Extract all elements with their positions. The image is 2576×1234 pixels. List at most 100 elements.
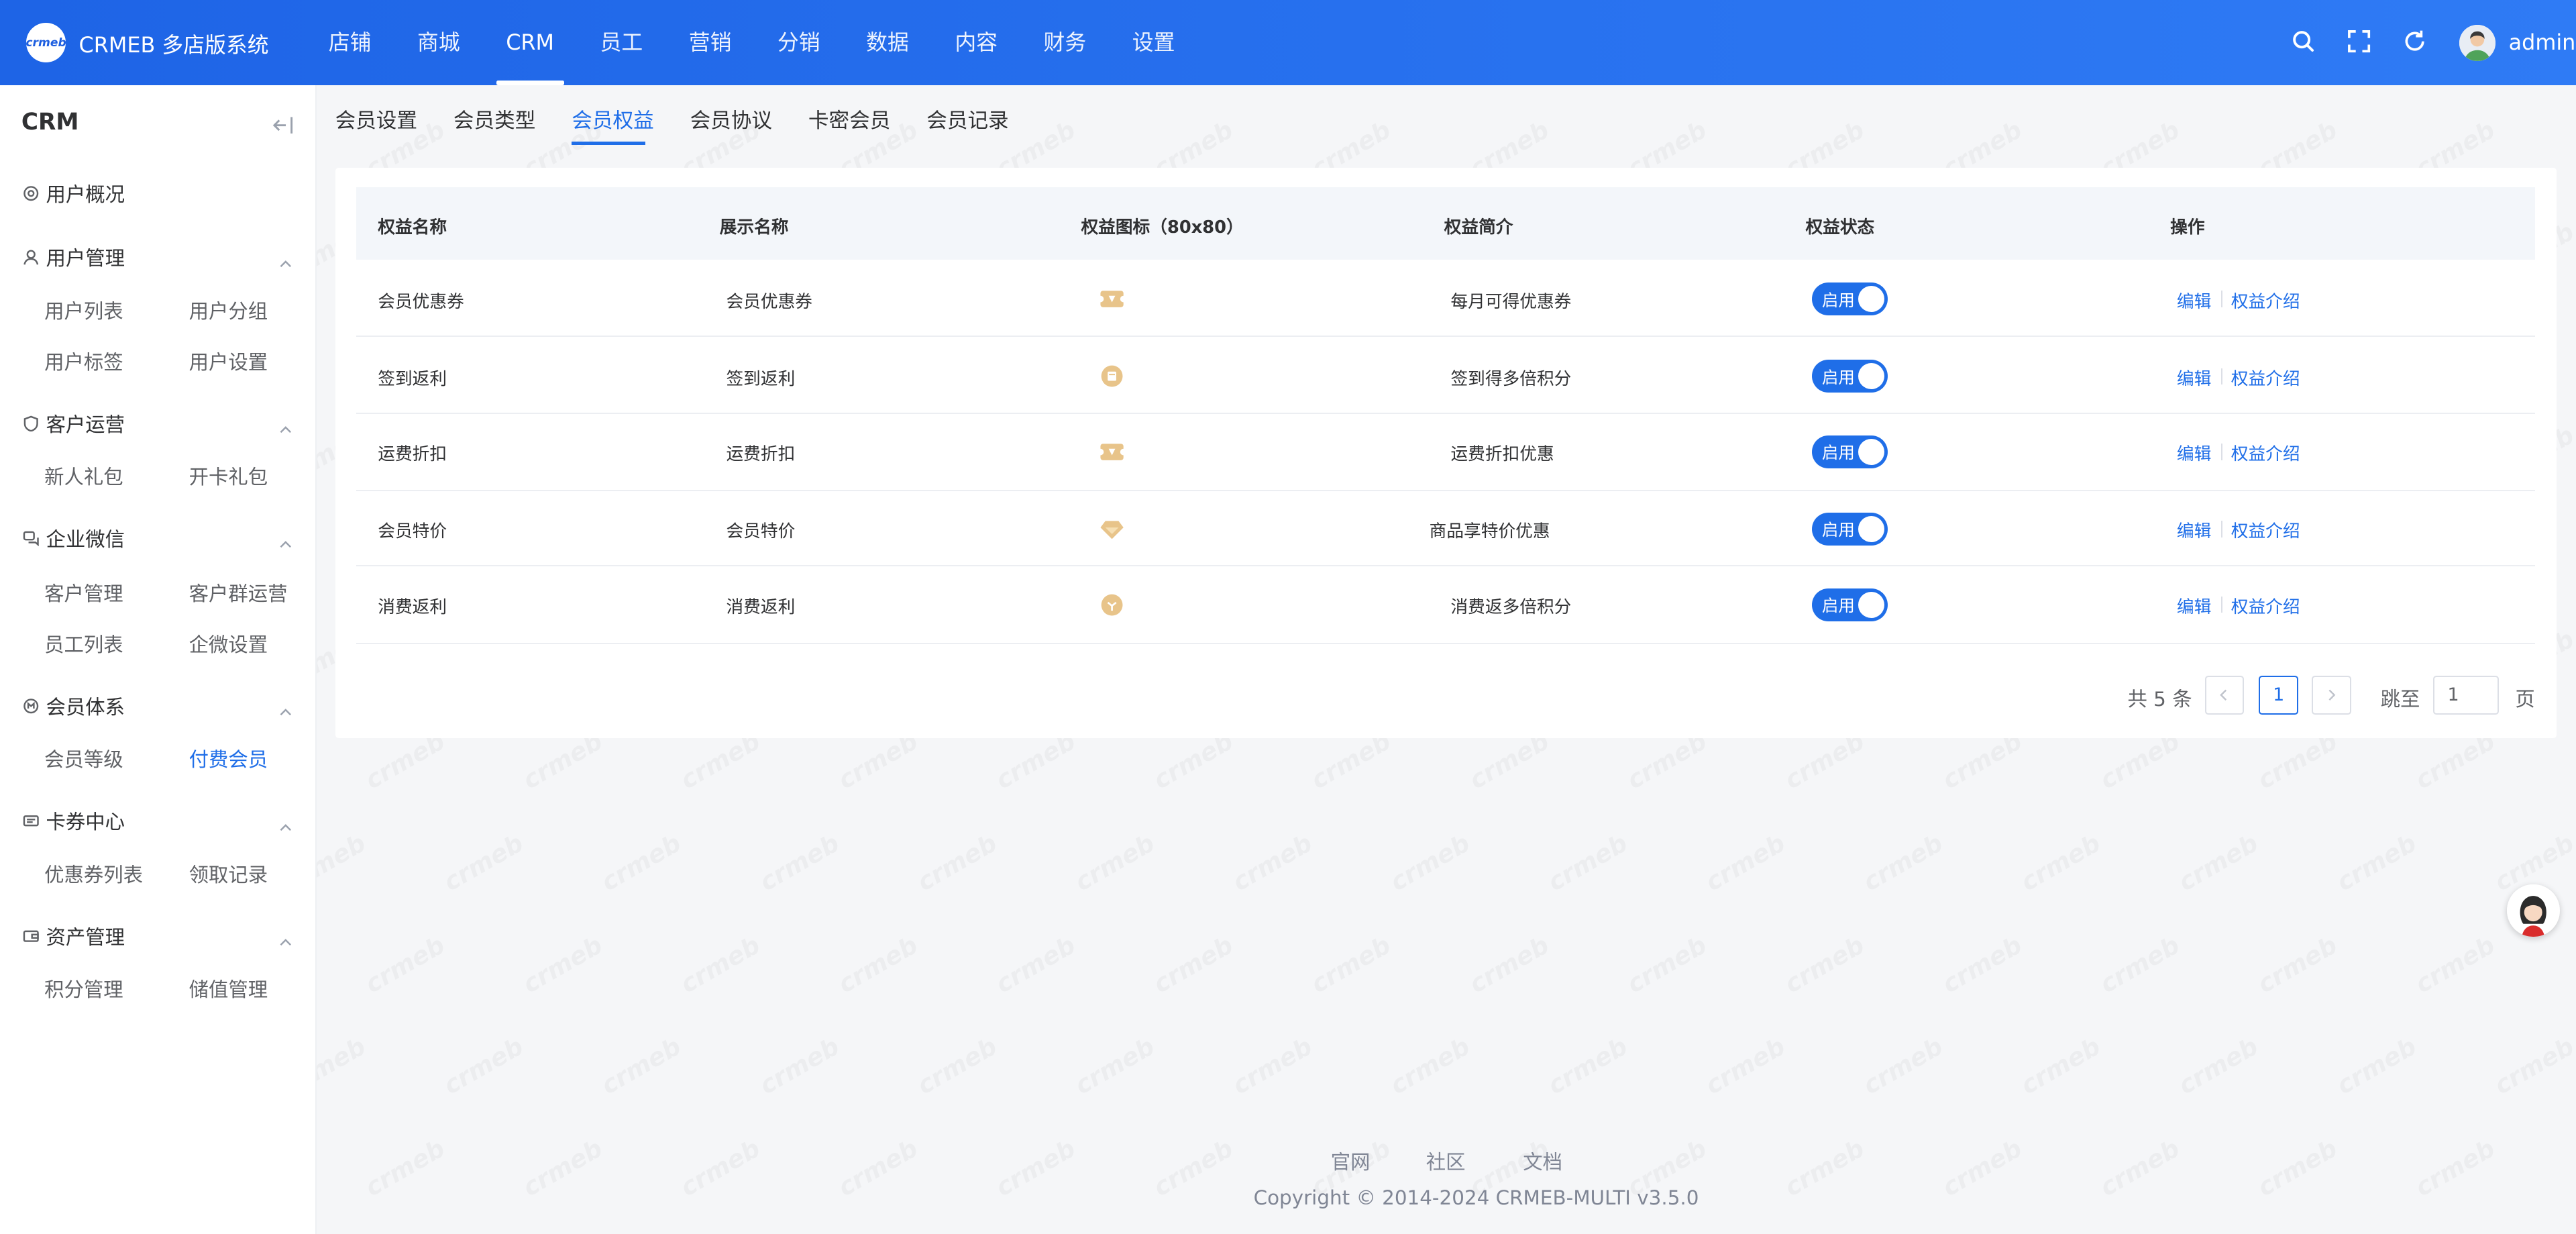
edit-link[interactable]: 编辑 (2177, 365, 2211, 390)
status-toggle-label: 启用 (1821, 290, 1855, 310)
divider (2221, 596, 2223, 613)
sidebar-item-wecom-settings[interactable]: 企微设置 (189, 629, 268, 658)
sidebar-item-staff-list[interactable]: 员工列表 (44, 629, 123, 658)
footer-link-community[interactable]: 社区 (1426, 1147, 1466, 1175)
sidebar-item-claim-records[interactable]: 领取记录 (189, 860, 268, 888)
edit-link[interactable]: 编辑 (2177, 288, 2211, 313)
sidebar-item-user-list[interactable]: 用户列表 (44, 296, 123, 324)
chevron-up-icon (279, 929, 292, 946)
sidebar-item-stored-value-management[interactable]: 储值管理 (189, 974, 268, 1002)
footer-link-docs[interactable]: 文档 (1523, 1147, 1562, 1175)
chevron-up-icon (279, 416, 292, 433)
fullscreen-icon[interactable] (2346, 28, 2372, 54)
status-toggle[interactable]: 启用 (1812, 513, 1888, 546)
page-suffix: 页 (2515, 687, 2535, 711)
sidebar-group-user-management[interactable]: 用户管理 (23, 243, 296, 271)
search-icon[interactable] (2290, 28, 2316, 54)
benefit-intro-link[interactable]: 权益介绍 (2231, 288, 2300, 313)
watermark-text: crmeb (1701, 1032, 1790, 1100)
benefit-intro-link[interactable]: 权益介绍 (2231, 365, 2300, 390)
edit-link[interactable]: 编辑 (2177, 593, 2211, 618)
watermark-text: crmeb (754, 828, 844, 896)
topnav-item-marketing[interactable]: 营销 (669, 0, 751, 85)
status-toggle[interactable]: 启用 (1812, 588, 1888, 621)
sidebar-group-user-overview[interactable]: 用户概况 (23, 179, 296, 207)
watermark-text: crmeb (991, 930, 1081, 998)
collapse-icon[interactable] (271, 112, 294, 134)
topnav-item-distribution[interactable]: 分销 (758, 0, 840, 85)
tab-card-key-members[interactable]: 卡密会员 (808, 103, 890, 134)
benefit-intro-link[interactable]: 权益介绍 (2231, 517, 2300, 542)
cell-benefit-name: 运费折扣 (378, 444, 447, 465)
cell-display-name: 签到返利 (726, 368, 796, 389)
topnav-item-settings[interactable]: 设置 (1112, 0, 1194, 85)
status-toggle[interactable]: 启用 (1812, 360, 1888, 393)
sidebar-item-points-management[interactable]: 积分管理 (44, 974, 123, 1002)
sidebar-group-assets[interactable]: 资产管理 (23, 922, 296, 950)
status-toggle[interactable]: 启用 (1812, 435, 1888, 468)
sidebar-group-wecom[interactable]: 企业微信 (23, 524, 296, 552)
watermark-text: crmeb (833, 1134, 923, 1202)
checkin-coin-icon (1099, 363, 1125, 389)
tab-member-agreement[interactable]: 会员协议 (690, 103, 772, 134)
watermark-text: crmeb (518, 1134, 608, 1202)
sidebar-title: CRM (21, 108, 79, 136)
page-number-button[interactable]: 1 (2259, 675, 2299, 715)
sidebar-group-customer-ops[interactable]: 客户运营 (23, 409, 296, 438)
benefit-intro-link[interactable]: 权益介绍 (2231, 440, 2300, 465)
toggle-knob (1858, 591, 1884, 618)
sidebar-item-customer-group-ops[interactable]: 客户群运营 (189, 578, 288, 607)
top-header: crmeb CRMEB 多店版系统 店铺 商城 CRM 员工 营销 分销 数据 … (0, 0, 2576, 86)
topnav-item-staff[interactable]: 员工 (580, 0, 662, 85)
watermark-text: crmeb (676, 1134, 765, 1202)
tab-member-settings[interactable]: 会员设置 (335, 103, 417, 134)
logo[interactable]: crmeb (25, 23, 66, 63)
watermark-text: crmeb (1622, 930, 1712, 998)
logo-text: crmeb (25, 36, 66, 50)
avatar[interactable] (2459, 24, 2496, 61)
sidebar-group-membership[interactable]: 会员体系 (23, 692, 296, 720)
column-header-benefit-status: 权益状态 (1805, 217, 1875, 238)
status-toggle[interactable]: 启用 (1812, 282, 1888, 316)
customer-service-avatar[interactable] (2507, 884, 2560, 937)
watermark-text: crmeb (1543, 828, 1633, 896)
benefit-intro-link[interactable]: 权益介绍 (2231, 593, 2300, 618)
edit-link[interactable]: 编辑 (2177, 440, 2211, 465)
sidebar-item-newbie-gift[interactable]: 新人礼包 (44, 462, 123, 490)
sidebar-item-paid-member[interactable]: 付费会员 (189, 744, 268, 772)
tab-member-records[interactable]: 会员记录 (926, 103, 1008, 134)
cell-benefit-name: 签到返利 (378, 368, 447, 389)
edit-link[interactable]: 编辑 (2177, 517, 2211, 542)
chevron-up-icon (279, 250, 292, 267)
tab-member-types[interactable]: 会员类型 (453, 103, 535, 134)
jump-page-input[interactable]: 1 (2432, 675, 2499, 715)
sidebar-item-card-gift[interactable]: 开卡礼包 (189, 462, 268, 490)
watermark-text: crmeb (1937, 930, 2027, 998)
tab-member-benefits[interactable]: 会员权益 (572, 103, 653, 134)
sidebar-item-user-settings[interactable]: 用户设置 (189, 347, 268, 375)
watermark-text: crmeb (1070, 1032, 1160, 1100)
topnav-item-finance[interactable]: 财务 (1024, 0, 1106, 85)
cell-benefit-intro: 每月可得优惠券 (1450, 291, 1572, 312)
sidebar-item-user-group[interactable]: 用户分组 (189, 296, 268, 324)
footer-link-official-site[interactable]: 官网 (1331, 1147, 1371, 1175)
member-icon (23, 698, 39, 714)
topnav-item-shop[interactable]: 店铺 (309, 0, 390, 85)
sidebar-group-coupon-center[interactable]: 卡券中心 (23, 807, 296, 835)
topnav-item-crm[interactable]: CRM (486, 0, 574, 86)
sidebar-item-member-level[interactable]: 会员等级 (44, 744, 123, 772)
cell-benefit-intro: 签到得多倍积分 (1450, 368, 1572, 389)
topnav-item-data[interactable]: 数据 (847, 0, 928, 85)
next-page-button[interactable] (2311, 675, 2351, 715)
shipping-coupon-icon (1097, 439, 1127, 465)
sidebar-item-user-tag[interactable]: 用户标签 (44, 347, 123, 375)
prev-page-button[interactable] (2204, 675, 2245, 715)
username[interactable]: admin (2509, 30, 2576, 55)
watermark-text: crmeb (1858, 1032, 1948, 1100)
topnav-item-content[interactable]: 内容 (935, 0, 1017, 85)
topnav-item-mall[interactable]: 商城 (398, 0, 480, 85)
cell-display-name: 会员特价 (726, 521, 796, 542)
refresh-icon[interactable] (2402, 28, 2428, 54)
sidebar-item-coupon-list[interactable]: 优惠券列表 (44, 860, 143, 888)
sidebar-item-customer-management[interactable]: 客户管理 (44, 578, 123, 607)
